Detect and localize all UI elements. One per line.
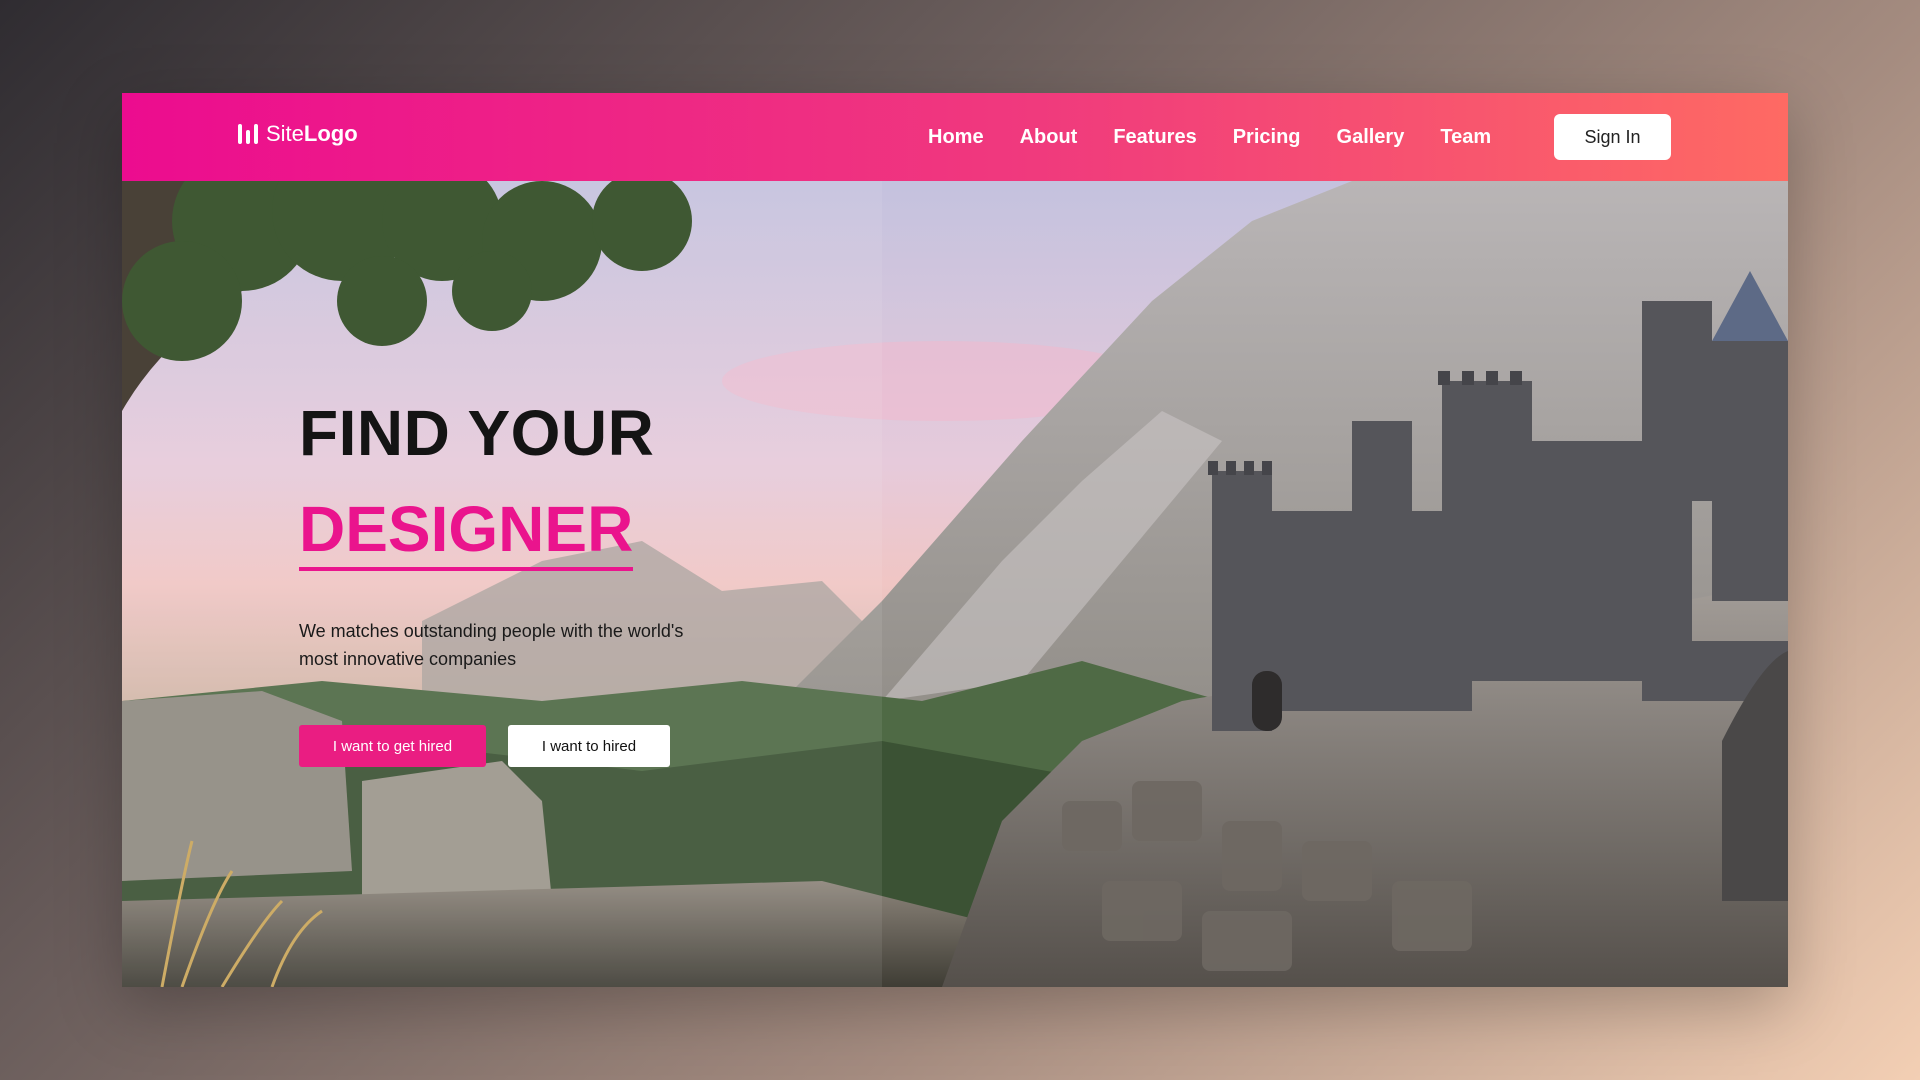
nav-pricing[interactable]: Pricing — [1233, 126, 1301, 149]
nav-gallery[interactable]: Gallery — [1337, 126, 1405, 149]
hero-title-line2: DESIGNER — [299, 497, 634, 571]
hire-button[interactable]: I want to hired — [508, 725, 670, 767]
main-nav: Home About Features Pricing Gallery Team — [928, 93, 1491, 181]
site-header: Site Logo Home About Features Pricing Ga… — [122, 93, 1788, 181]
nav-about[interactable]: About — [1020, 126, 1078, 149]
nav-features[interactable]: Features — [1113, 126, 1196, 149]
landing-page-frame: Site Logo Home About Features Pricing Ga… — [122, 93, 1788, 987]
logo-text-site: Site — [266, 121, 304, 146]
hero-buttons: I want to get hired I want to hired — [299, 725, 719, 767]
hero-description: We matches outstanding people with the w… — [299, 621, 684, 669]
nav-home[interactable]: Home — [928, 126, 984, 149]
hero-section: FIND YOUR DESIGNER We matches outstandin… — [122, 181, 1788, 987]
get-hired-button[interactable]: I want to get hired — [299, 725, 486, 767]
sign-in-button[interactable]: Sign In — [1554, 114, 1671, 160]
site-logo[interactable]: Site Logo — [238, 121, 358, 147]
bars-logo-icon — [238, 124, 258, 144]
logo-text-logo: Logo — [303, 121, 358, 146]
hero-title-line1: FIND YOUR — [299, 397, 655, 469]
nav-team[interactable]: Team — [1440, 126, 1491, 149]
hero-content: FIND YOUR DESIGNER We matches outstandin… — [299, 401, 719, 767]
